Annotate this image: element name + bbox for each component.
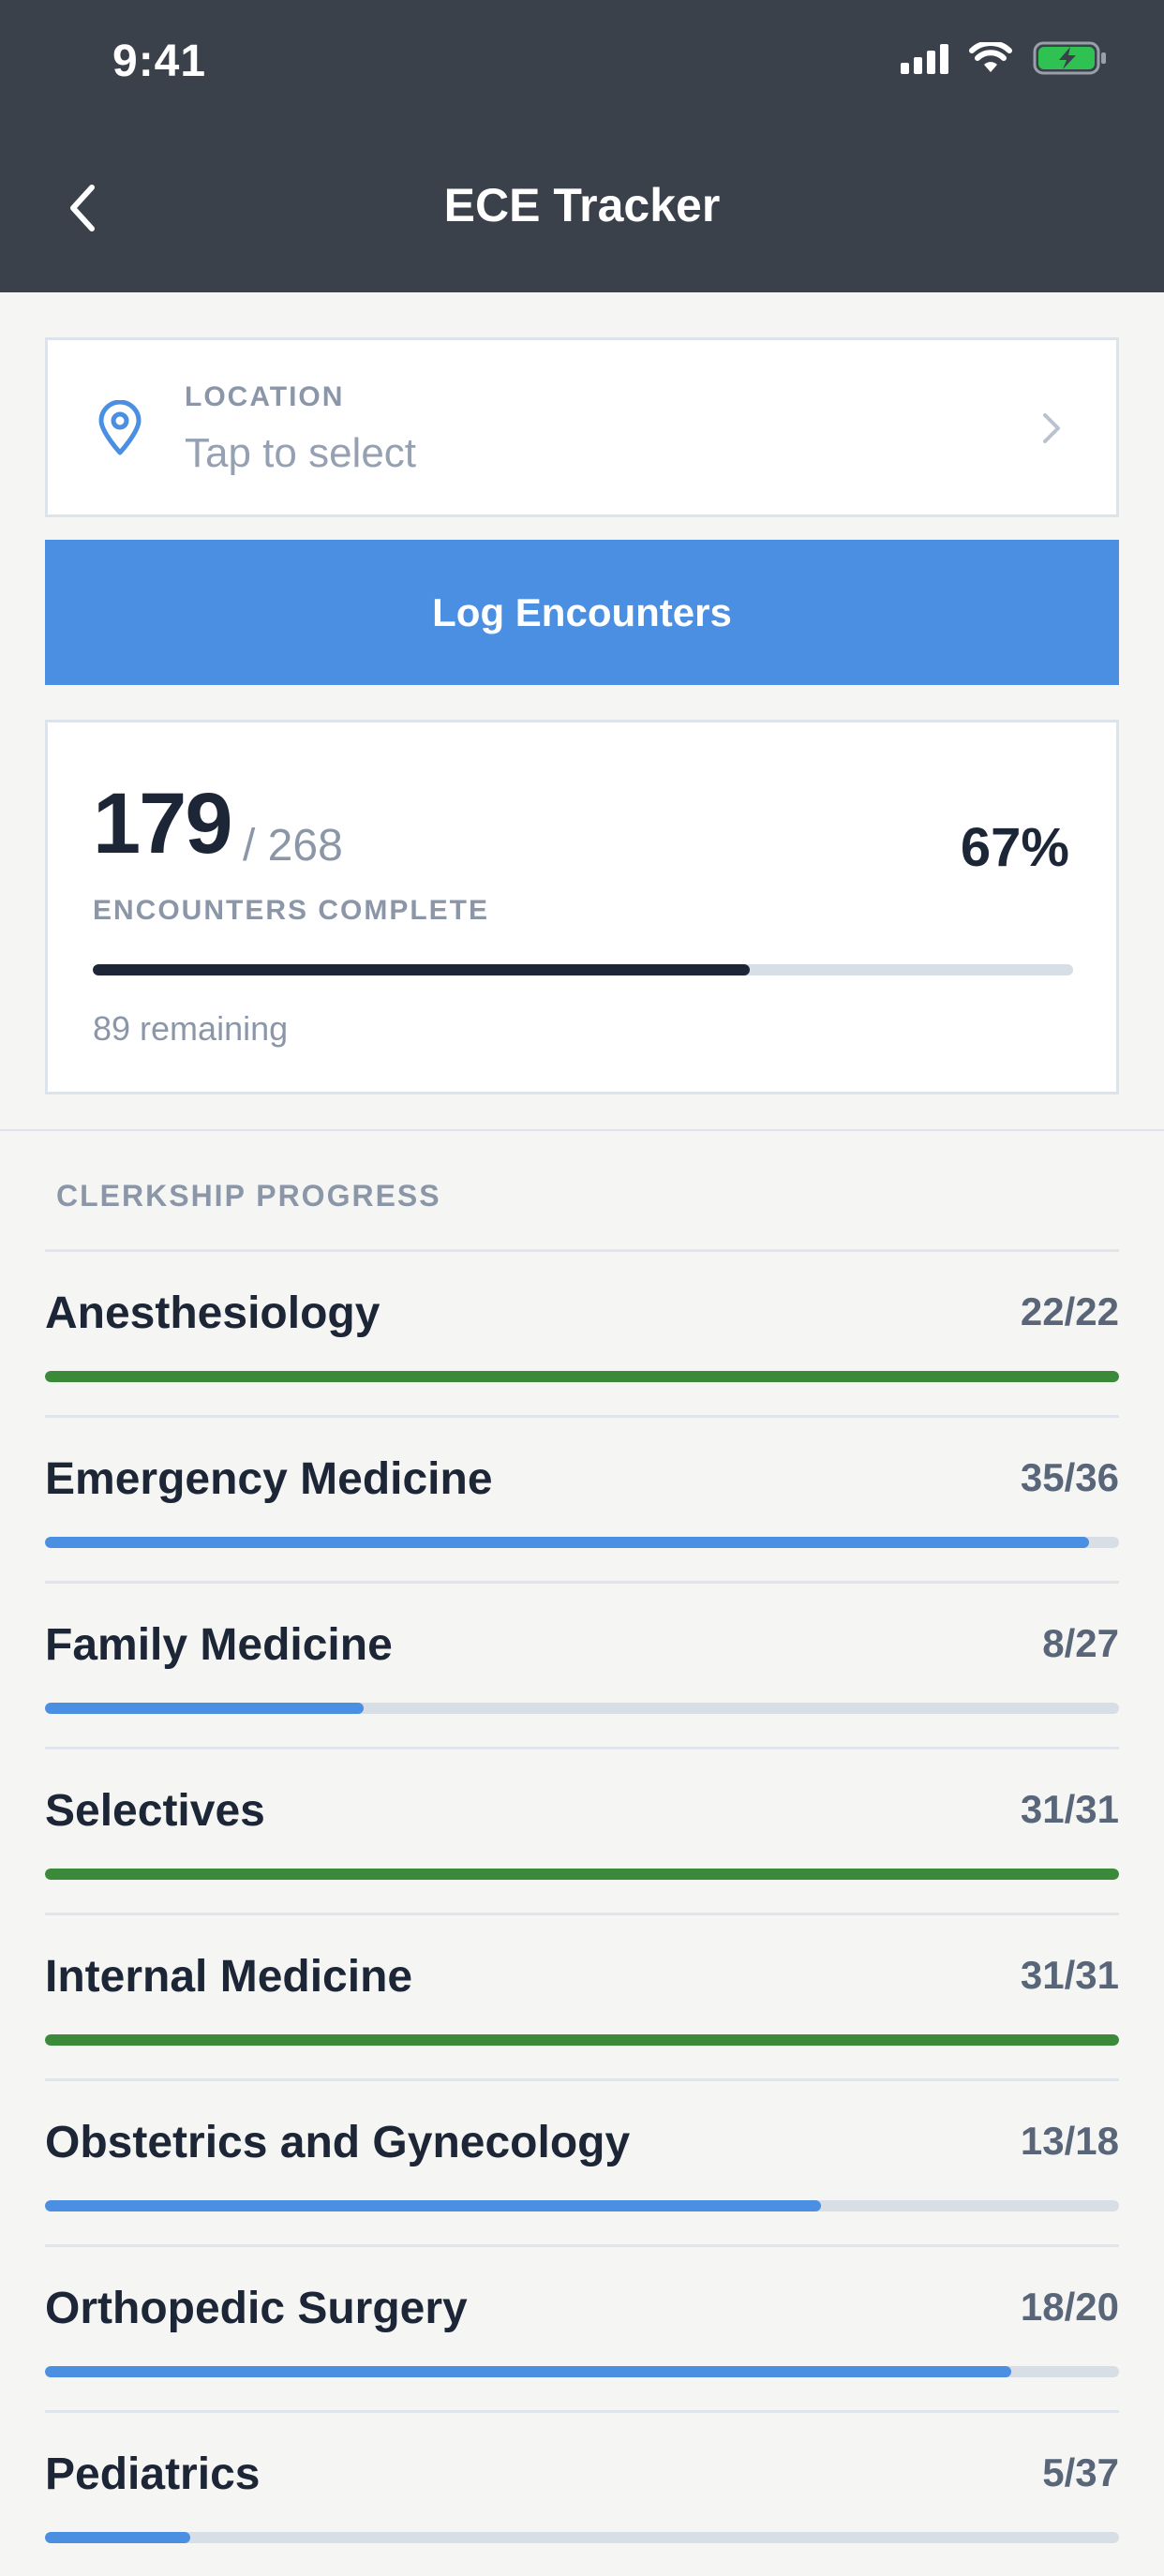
clerkship-progress-bar [45,2200,1119,2211]
clerkship-row[interactable]: Internal Medicine 31/31 [45,1913,1119,2078]
clerkship-progress-fill [45,1869,1119,1880]
status-time: 9:41 [112,37,207,86]
overall-progress-bar [93,964,1073,975]
clerkship-progress-bar [45,1371,1119,1382]
location-value: Tap to select [185,430,417,476]
clerkship-list: Anesthesiology 22/22 Emergency Medicine 35/… [45,1249,1119,2576]
clerkship-count: 13/18 [1020,2119,1119,2163]
clerkship-progress-fill [45,1537,1090,1548]
clerkship-name: Pediatrics [45,2449,261,2499]
clerkship-name: Anesthesiology [45,1288,381,1338]
clerkship-row[interactable]: Obstetrics and Gynecology 13/18 [45,2078,1119,2244]
encounters-label: ENCOUNTERS COMPLETE [93,895,490,926]
wifi-icon [969,42,1012,72]
clerkship-progress-bar [45,2366,1119,2377]
clerkship-progress-bar [45,2034,1119,2046]
encounters-remaining: 89 remaining [93,1009,289,1048]
location-selector[interactable]: LOCATION Tap to select [45,337,1119,517]
encounters-summary-card: 179 / 268 67% ENCOUNTERS COMPLETE 89 rem… [45,720,1119,1094]
cellular-signal-icon [901,42,948,74]
clerkship-count: 31/31 [1020,1787,1119,1831]
clerkship-progress-bar [45,1537,1119,1548]
clerkship-name: Selectives [45,1786,265,1836]
clerkship-progress-fill [45,2034,1119,2046]
clerkship-row[interactable]: Pediatrics 5/37 [45,2410,1119,2576]
encounters-total: / 268 [243,821,343,871]
clerkship-progress-fill [45,2532,190,2543]
status-icons [901,41,1108,75]
clerkship-progress-bar [45,1703,1119,1714]
section-divider [0,1129,1164,1131]
clerkship-name: Internal Medicine [45,1952,413,2002]
clerkship-row[interactable]: Family Medicine 8/27 [45,1581,1119,1747]
encounters-count: 179 [93,776,232,871]
clerkship-count: 5/37 [1042,2450,1119,2494]
app-header: 9:41 ECE Tracker [0,0,1164,292]
clerkship-name: Emergency Medicine [45,1454,493,1504]
clerkship-row[interactable]: Selectives 31/31 [45,1747,1119,1913]
clerkship-count: 31/31 [1020,1953,1119,1997]
battery-charging-icon [1033,41,1106,75]
clerkship-progress-bar [45,2532,1119,2543]
section-heading: CLERKSHIP PROGRESS [56,1179,441,1213]
clerkship-progress-fill [45,1371,1119,1382]
overall-progress-fill [93,964,750,975]
chevron-right-icon [1043,413,1060,443]
clerkship-count: 18/20 [1020,2285,1119,2329]
clerkship-count: 8/27 [1042,1621,1119,1665]
clerkship-progress-bar [45,1869,1119,1880]
clerkship-progress-fill [45,2366,1012,2377]
location-pin-icon [98,400,142,455]
clerkship-row[interactable]: Anesthesiology 22/22 [45,1249,1119,1415]
clerkship-progress-fill [45,2200,821,2211]
clerkship-row[interactable]: Emergency Medicine 35/36 [45,1415,1119,1581]
clerkship-progress-fill [45,1703,364,1714]
log-encounters-button[interactable]: Log Encounters [45,540,1119,685]
encounters-percent: 67% [960,817,1069,878]
clerkship-count: 22/22 [1020,1289,1119,1333]
clerkship-name: Orthopedic Surgery [45,2284,468,2333]
clerkship-name: Family Medicine [45,1620,393,1670]
location-label: LOCATION [185,381,345,412]
page-title: ECE Tracker [443,179,721,231]
clerkship-count: 35/36 [1020,1455,1119,1499]
clerkship-row[interactable]: Orthopedic Surgery 18/20 [45,2244,1119,2410]
clerkship-name: Obstetrics and Gynecology [45,2118,631,2167]
